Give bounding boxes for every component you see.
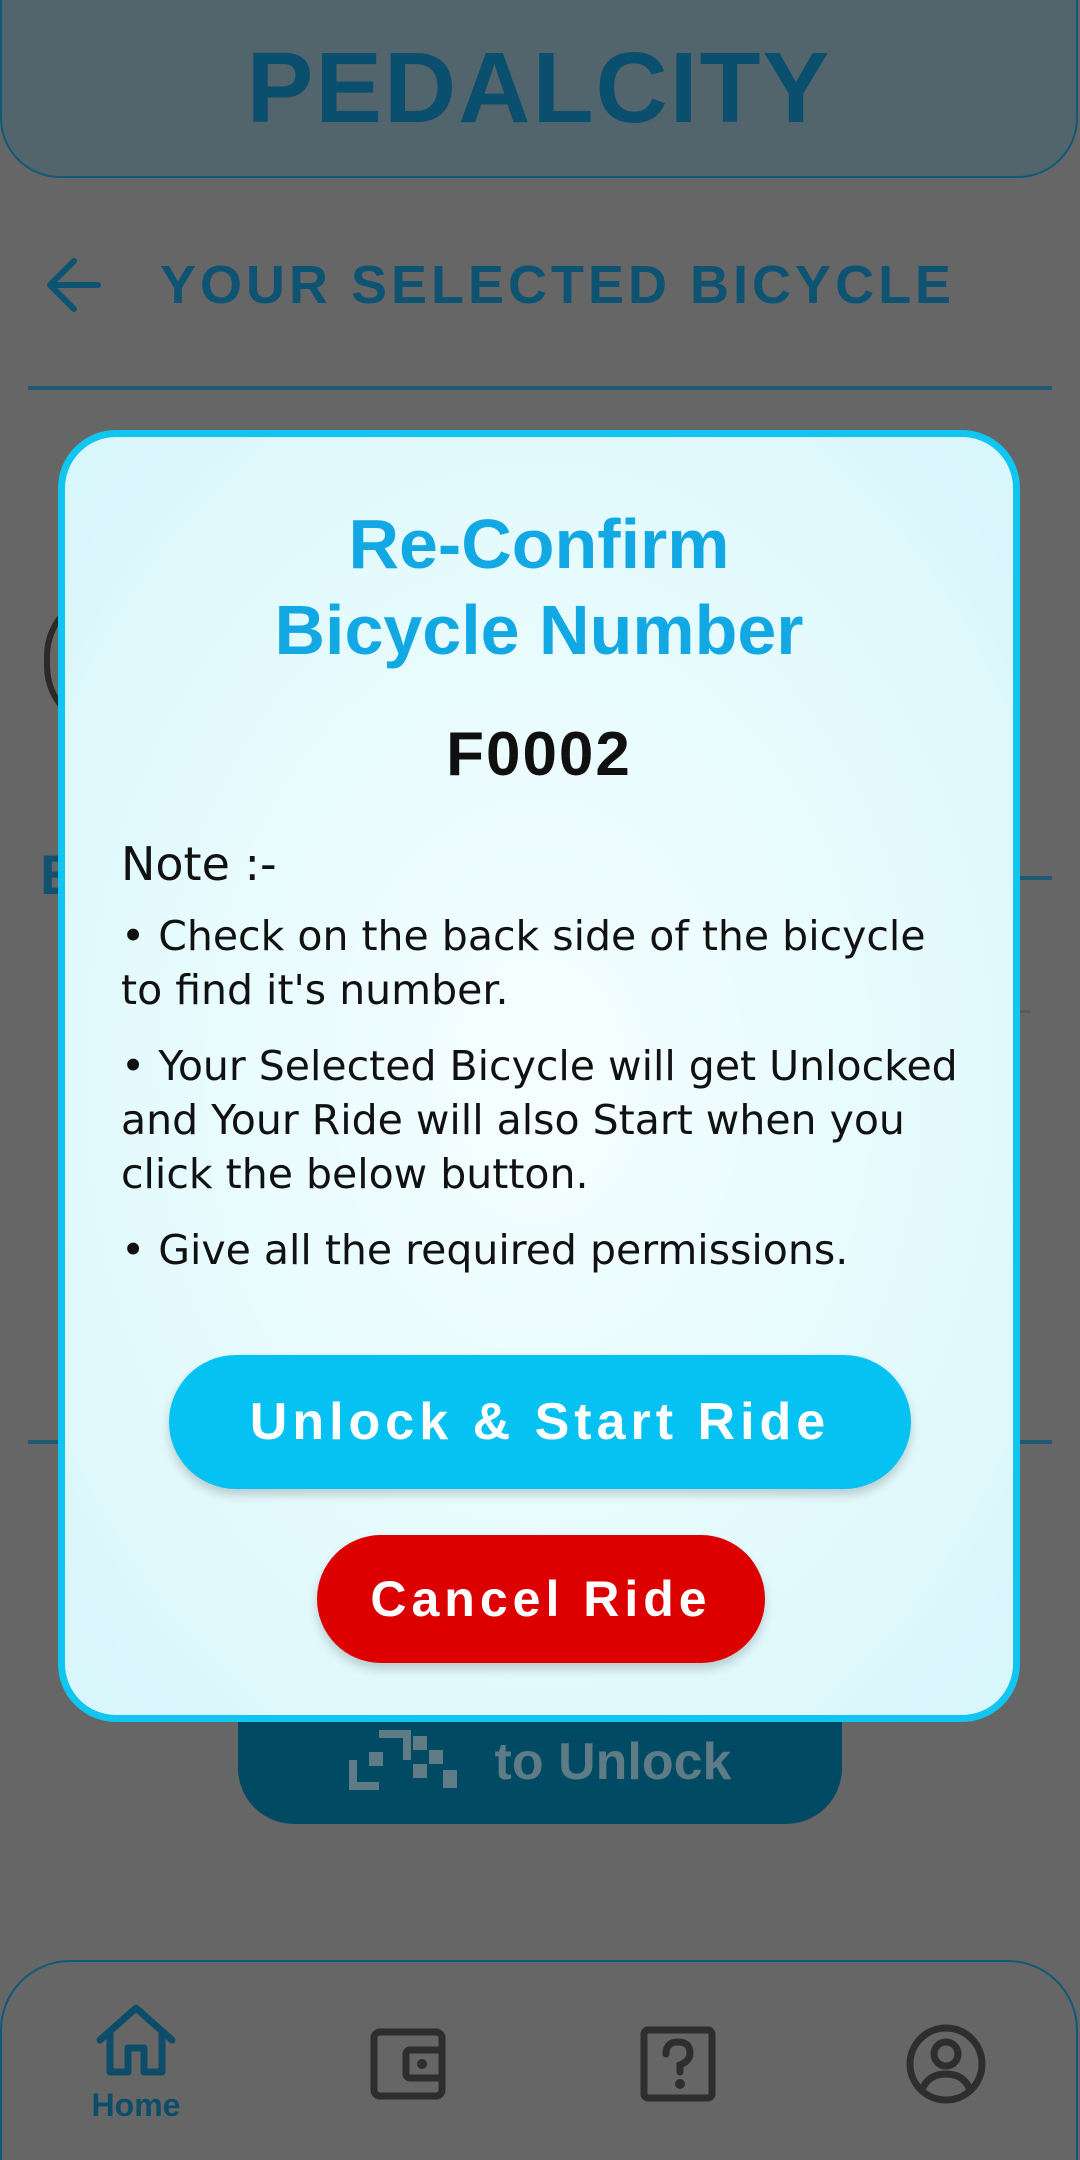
divider [28, 386, 1052, 390]
app-header: PEDALCITY [0, 0, 1078, 178]
reconfirm-dialog: Re-Confirm Bicycle Number F0002 Note :- … [58, 430, 1020, 1722]
divider [1018, 876, 1052, 880]
note-item: • Check on the back side of the bicycle … [121, 912, 926, 1014]
bicycle-number: F0002 [446, 720, 632, 789]
dialog-title-line2: Bicycle Number [274, 591, 804, 669]
arrow-left-icon[interactable] [40, 249, 112, 321]
dialog-title-line1: Re-Confirm [348, 505, 730, 583]
dialog-title: Re-Confirm Bicycle Number [65, 501, 1013, 673]
note-heading: Note :- [121, 837, 277, 891]
wallet-icon [368, 2024, 448, 2109]
page-subheader: YOUR SELECTED BICYCLE [40, 240, 1020, 330]
nav-item-help[interactable] [618, 2024, 738, 2154]
note-item: • Your Selected Bicycle will get Unlocke… [121, 1042, 958, 1198]
nav-label-home: Home [91, 2087, 181, 2123]
note-item: • Give all the required permissions. [121, 1226, 849, 1274]
nav-item-profile[interactable] [886, 2022, 1006, 2152]
notes-section: Note :- • Check on the back side of the … [121, 837, 963, 1299]
nav-item-wallet[interactable] [348, 2024, 468, 2154]
scan-button-label: to Unlock [494, 1733, 732, 1791]
app-title: PEDALCITY [246, 31, 832, 144]
qr-code-icon [348, 1729, 459, 1795]
divider [1020, 1010, 1030, 1013]
help-icon [638, 2024, 718, 2109]
unlock-start-ride-button[interactable]: Unlock & Start Ride [169, 1355, 911, 1489]
bottom-navigation: Home [0, 1960, 1078, 2160]
page-title: YOUR SELECTED BICYCLE [160, 255, 956, 315]
nav-item-home[interactable]: Home [76, 2002, 196, 2132]
profile-icon [904, 2022, 988, 2111]
home-icon [94, 2002, 178, 2083]
cancel-ride-button[interactable]: Cancel Ride [317, 1535, 765, 1663]
